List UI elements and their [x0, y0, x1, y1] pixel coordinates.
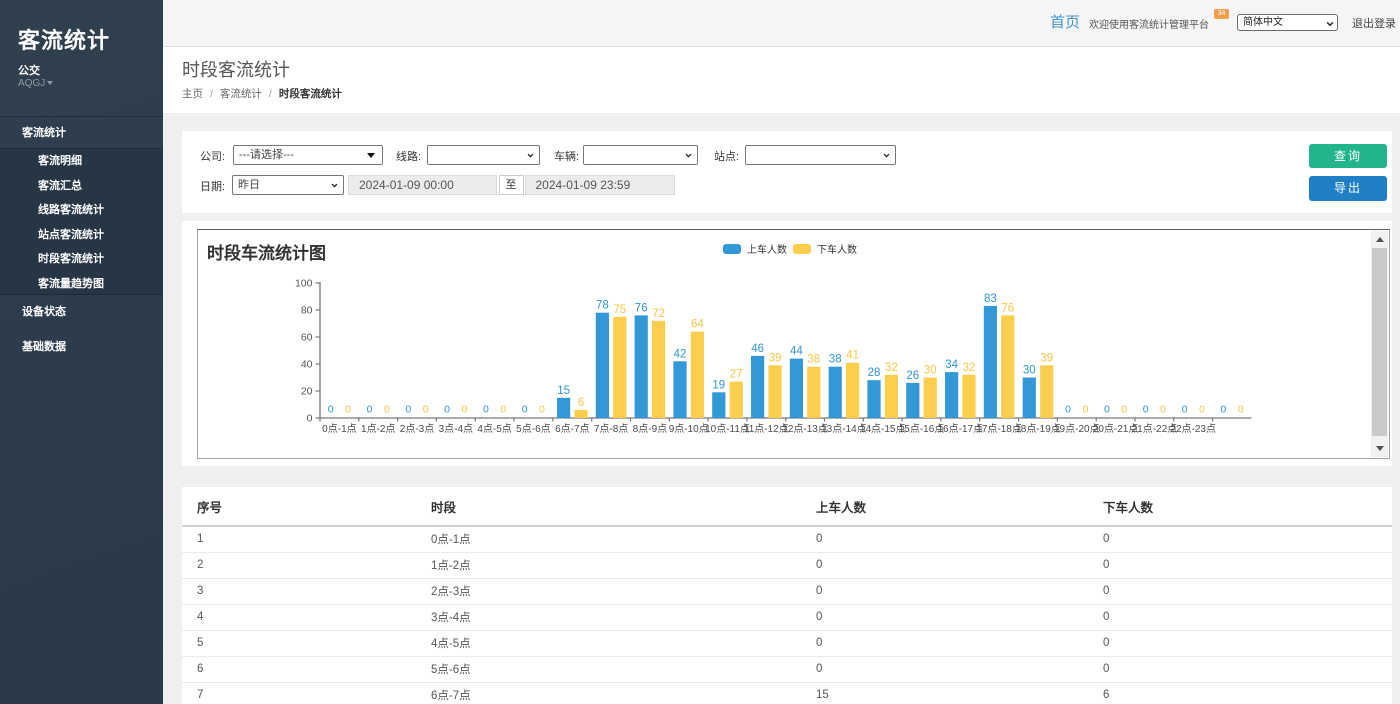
svg-text:100: 100	[295, 278, 313, 290]
svg-text:28: 28	[868, 367, 881, 379]
svg-text:0点-1点: 0点-1点	[322, 423, 356, 435]
svg-text:0: 0	[307, 413, 313, 425]
svg-text:3点-4点: 3点-4点	[439, 423, 473, 435]
svg-text:0: 0	[522, 404, 528, 416]
svg-text:0: 0	[1065, 404, 1071, 416]
svg-text:38: 38	[829, 354, 842, 366]
svg-text:7点-8点: 7点-8点	[594, 423, 628, 435]
svg-text:0: 0	[500, 404, 506, 416]
svg-text:40: 40	[301, 359, 313, 371]
svg-text:5点-6点: 5点-6点	[516, 423, 550, 435]
svg-text:0: 0	[539, 404, 545, 416]
svg-text:26: 26	[906, 370, 919, 382]
svg-text:4点-5点: 4点-5点	[477, 423, 511, 435]
svg-text:76: 76	[1001, 302, 1014, 314]
svg-text:0: 0	[328, 404, 334, 416]
svg-text:39: 39	[1040, 352, 1053, 364]
svg-text:8点-9点: 8点-9点	[633, 423, 667, 435]
svg-text:72: 72	[652, 308, 665, 320]
svg-text:46: 46	[751, 343, 764, 355]
svg-text:20: 20	[301, 386, 313, 398]
svg-text:32: 32	[885, 362, 898, 374]
svg-text:44: 44	[790, 346, 803, 358]
svg-text:38: 38	[807, 354, 820, 366]
svg-text:64: 64	[691, 319, 704, 331]
svg-text:0: 0	[1121, 404, 1127, 416]
svg-text:22点-23点: 22点-23点	[1170, 423, 1216, 435]
svg-text:0: 0	[444, 404, 450, 416]
svg-text:0: 0	[345, 404, 351, 416]
svg-text:30: 30	[1023, 365, 1036, 377]
svg-text:34: 34	[945, 359, 958, 371]
svg-text:0: 0	[423, 404, 429, 416]
svg-text:0: 0	[1143, 404, 1149, 416]
svg-text:76: 76	[635, 302, 648, 314]
svg-text:32: 32	[963, 362, 976, 374]
svg-text:75: 75	[613, 304, 626, 316]
svg-text:9点-10点: 9点-10点	[669, 423, 709, 435]
svg-text:30: 30	[924, 365, 937, 377]
svg-text:60: 60	[301, 332, 313, 344]
svg-text:0: 0	[384, 404, 390, 416]
svg-text:6: 6	[578, 397, 584, 409]
svg-text:83: 83	[984, 293, 997, 305]
svg-text:41: 41	[846, 350, 859, 362]
svg-text:6点-7点: 6点-7点	[555, 423, 589, 435]
svg-text:0: 0	[1104, 404, 1110, 416]
svg-text:39: 39	[769, 352, 782, 364]
svg-text:0: 0	[1199, 404, 1205, 416]
svg-text:80: 80	[301, 305, 313, 317]
svg-text:0: 0	[1220, 404, 1226, 416]
svg-text:0: 0	[483, 404, 489, 416]
svg-text:0: 0	[1182, 404, 1188, 416]
svg-text:42: 42	[674, 348, 687, 360]
svg-text:0: 0	[405, 404, 411, 416]
svg-text:0: 0	[462, 404, 468, 416]
svg-text:0: 0	[1238, 404, 1244, 416]
svg-text:0: 0	[1160, 404, 1166, 416]
svg-text:0: 0	[1083, 404, 1089, 416]
svg-text:2点-3点: 2点-3点	[400, 423, 434, 435]
svg-text:27: 27	[730, 369, 743, 381]
svg-text:0: 0	[367, 404, 373, 416]
svg-text:19: 19	[712, 379, 725, 391]
svg-text:15: 15	[557, 385, 570, 397]
svg-text:78: 78	[596, 300, 609, 312]
svg-text:1点-2点: 1点-2点	[361, 423, 395, 435]
